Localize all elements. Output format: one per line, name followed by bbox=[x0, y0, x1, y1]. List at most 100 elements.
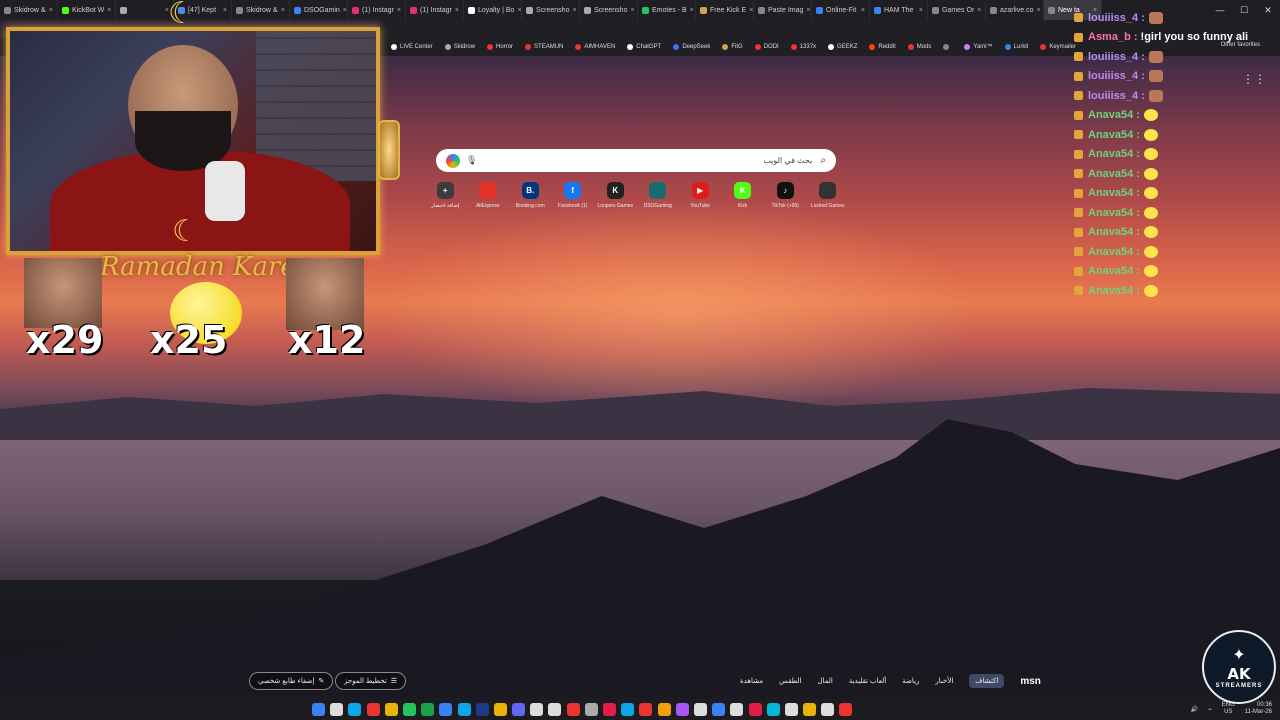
tab-close-icon[interactable]: × bbox=[281, 7, 285, 14]
msn-tab[interactable]: المال bbox=[817, 677, 832, 685]
tab-close-icon[interactable]: × bbox=[343, 7, 347, 14]
microphone-icon[interactable]: 🎙 bbox=[466, 155, 477, 166]
tab-close-icon[interactable]: × bbox=[223, 7, 227, 14]
bookmark-item[interactable] bbox=[937, 44, 958, 50]
bookmark-item[interactable]: DeepSeek bbox=[667, 44, 716, 50]
browser-tab[interactable]: KickBot W × bbox=[58, 0, 116, 20]
chat-username[interactable]: louiiiss_4 : bbox=[1088, 70, 1145, 82]
windows-start-icon[interactable] bbox=[312, 702, 325, 716]
volume-icon[interactable]: 🔊 bbox=[1191, 706, 1198, 713]
tab-close-icon[interactable]: × bbox=[107, 7, 111, 14]
taskbar-app-icon[interactable] bbox=[366, 702, 380, 716]
tab-close-icon[interactable]: × bbox=[977, 7, 981, 14]
browser-tab[interactable]: Emotes - B × bbox=[638, 0, 696, 20]
tab-close-icon[interactable]: × bbox=[1036, 7, 1040, 14]
quick-link-tile[interactable]: K Kick bbox=[722, 182, 765, 209]
taskbar-app-icon[interactable] bbox=[421, 702, 435, 716]
bookmark-item[interactable]: Horror bbox=[481, 44, 519, 50]
bookmark-item[interactable]: LIVE Center bbox=[385, 44, 439, 50]
tab-close-icon[interactable]: × bbox=[397, 7, 401, 14]
taskbar-app-icon[interactable] bbox=[784, 702, 798, 716]
taskbar-app-icon[interactable] bbox=[384, 702, 398, 716]
browser-tab[interactable]: Online-Fit × bbox=[812, 0, 870, 20]
network-icon[interactable]: ⌁ bbox=[1208, 706, 1212, 713]
chat-username[interactable]: Anava54 : bbox=[1088, 168, 1140, 180]
bookmark-item[interactable]: AIMHAVEN bbox=[569, 44, 621, 50]
quick-link-tile[interactable]: DSOGaming bbox=[637, 182, 680, 209]
copilot-icon[interactable] bbox=[446, 153, 460, 168]
bookmark-item[interactable]: Lurkit bbox=[999, 44, 1035, 50]
taskbar-app-icon[interactable] bbox=[839, 702, 853, 716]
search-icon[interactable]: ⌕ bbox=[820, 155, 826, 166]
taskbar-app-icon[interactable] bbox=[402, 702, 416, 716]
quick-link-tile[interactable]: f Facebook (1) bbox=[552, 182, 595, 209]
chat-username[interactable]: Anava54 : bbox=[1088, 129, 1140, 141]
taskbar-app-icon[interactable] bbox=[530, 702, 544, 716]
quick-link-tile[interactable]: + إضافة اختصار bbox=[424, 182, 467, 209]
taskbar-app-icon[interactable] bbox=[657, 702, 671, 716]
taskbar-app-icon[interactable] bbox=[348, 702, 362, 716]
taskbar-app-icon[interactable] bbox=[475, 702, 489, 716]
clock[interactable]: 00:36 11-Mar-26 bbox=[1245, 702, 1272, 716]
msn-tab[interactable]: الطقس bbox=[779, 677, 801, 685]
taskbar-app-icon[interactable] bbox=[766, 702, 780, 716]
browser-tab[interactable]: (1) Instagr × bbox=[348, 0, 406, 20]
quick-link-tile[interactable]: B. Booking.com bbox=[509, 182, 552, 209]
msn-tab[interactable]: مشاهدة bbox=[740, 677, 763, 685]
chat-username[interactable]: louiiiss_4 : bbox=[1088, 51, 1145, 63]
chat-username[interactable]: louiiiss_4 : bbox=[1088, 90, 1145, 102]
chat-username[interactable]: Anava54 : bbox=[1088, 148, 1140, 160]
quick-link-tile[interactable]: AliExpress bbox=[467, 182, 510, 209]
bookmark-item[interactable]: Mods bbox=[902, 44, 938, 50]
bookmark-item[interactable]: GEEKZ bbox=[822, 44, 863, 50]
taskbar-app-icon[interactable] bbox=[693, 702, 707, 716]
tab-close-icon[interactable]: × bbox=[919, 7, 923, 14]
layout-button[interactable]: تخطيط الموجز ☰ bbox=[335, 672, 407, 690]
taskbar-app-icon[interactable] bbox=[803, 702, 817, 716]
tab-close-icon[interactable]: × bbox=[861, 7, 865, 14]
chat-username[interactable]: Anava54 : bbox=[1088, 226, 1140, 238]
browser-tab[interactable]: Free Kick E × bbox=[696, 0, 754, 20]
chat-username[interactable]: Anava54 : bbox=[1088, 265, 1140, 277]
language-indicator[interactable]: ENG US bbox=[1222, 702, 1235, 716]
browser-tab[interactable]: Screensho × bbox=[522, 0, 580, 20]
tab-close-icon[interactable]: × bbox=[49, 7, 53, 14]
quick-link-tile[interactable]: ♪ TikTok (+99) bbox=[764, 182, 807, 209]
bookmark-item[interactable]: Reddit bbox=[863, 44, 901, 50]
taskbar-app-icon[interactable] bbox=[675, 702, 689, 716]
quick-link-tile[interactable]: Locked Games bbox=[807, 182, 850, 209]
taskbar-app-icon[interactable] bbox=[730, 702, 744, 716]
msn-logo[interactable]: msn bbox=[1020, 676, 1041, 687]
taskbar-app-icon[interactable] bbox=[512, 702, 526, 716]
bookmark-item[interactable]: Yami™ bbox=[958, 44, 998, 50]
browser-tab[interactable]: Skidrow & × bbox=[232, 0, 290, 20]
chat-username[interactable]: Anava54 : bbox=[1088, 207, 1140, 219]
search-box[interactable]: 🎙 بحث في الويب ⌕ bbox=[436, 149, 836, 172]
tab-close-icon[interactable]: × bbox=[749, 7, 753, 14]
chat-username[interactable]: Anava54 : bbox=[1088, 187, 1140, 199]
chat-username[interactable]: louiiiss_4 : bbox=[1088, 12, 1145, 24]
taskbar-app-icon[interactable] bbox=[548, 702, 562, 716]
browser-tab[interactable]: Games Or × bbox=[928, 0, 986, 20]
chat-username[interactable]: Anava54 : bbox=[1088, 285, 1140, 297]
tab-close-icon[interactable]: × bbox=[455, 7, 459, 14]
msn-tab[interactable]: ألعاب تقليدية bbox=[849, 677, 886, 685]
taskbar-app-icon[interactable] bbox=[439, 702, 453, 716]
taskbar-app-icon[interactable] bbox=[457, 702, 471, 716]
bookmark-item[interactable]: ChatGPT bbox=[621, 44, 667, 50]
taskbar-app-icon[interactable] bbox=[566, 702, 580, 716]
bookmark-item[interactable]: STEAMUN bbox=[519, 44, 569, 50]
bookmark-item[interactable]: FitG bbox=[716, 44, 748, 50]
browser-tab[interactable]: × bbox=[116, 0, 174, 20]
taskbar-app-icon[interactable] bbox=[639, 702, 653, 716]
taskbar-app-icon[interactable] bbox=[748, 702, 762, 716]
browser-tab[interactable]: (1) Instagr × bbox=[406, 0, 464, 20]
msn-tab[interactable]: الأخبار bbox=[935, 677, 953, 685]
chat-username[interactable]: Asma_b : bbox=[1088, 31, 1138, 43]
browser-tab[interactable]: Screensho × bbox=[580, 0, 638, 20]
tab-close-icon[interactable]: × bbox=[806, 7, 810, 14]
browser-tab[interactable]: Skidrow & × bbox=[0, 0, 58, 20]
tab-close-icon[interactable]: × bbox=[630, 7, 634, 14]
bookmark-item[interactable]: DODI bbox=[749, 44, 785, 50]
browser-tab[interactable]: Paste Imag × bbox=[754, 0, 812, 20]
